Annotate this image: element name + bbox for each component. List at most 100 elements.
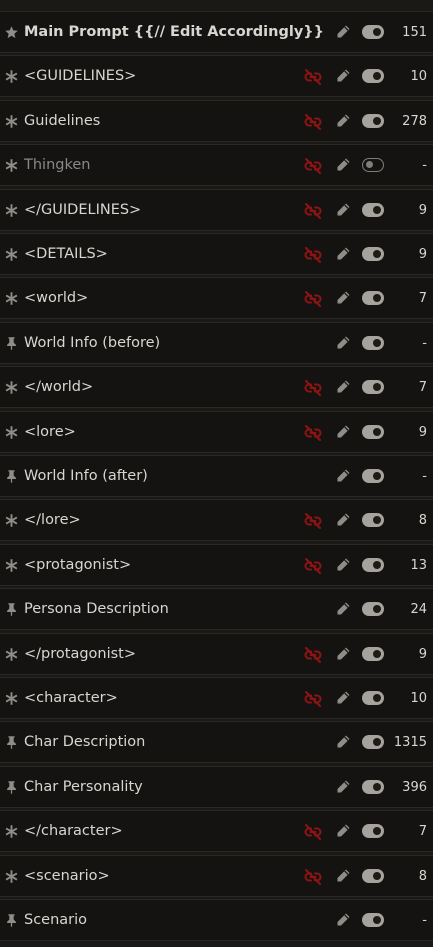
prompt-row[interactable]: Char Personality 396 xyxy=(0,766,433,808)
prompt-row[interactable]: Main Prompt {{// Edit Accordingly}} 151 xyxy=(0,11,433,53)
unlink-icon[interactable] xyxy=(303,868,323,886)
pencil-icon[interactable] xyxy=(335,68,351,84)
pencil-icon[interactable] xyxy=(335,912,351,928)
prompt-row[interactable]: <GUIDELINES> 10 xyxy=(0,55,433,97)
prompt-row[interactable]: Persona Description 24 xyxy=(0,588,433,630)
prompt-name[interactable]: </GUIDELINES> xyxy=(24,190,141,230)
unlink-icon[interactable] xyxy=(303,557,323,575)
enable-toggle[interactable] xyxy=(362,114,384,128)
enable-toggle[interactable] xyxy=(362,380,384,394)
enable-toggle[interactable] xyxy=(362,691,384,705)
prompt-name[interactable]: <world> xyxy=(24,278,88,318)
prompt-row[interactable]: Thingken - xyxy=(0,144,433,186)
prompt-name[interactable]: Persona Description xyxy=(24,589,169,629)
prompt-name[interactable]: World Info (after) xyxy=(24,456,148,496)
prompt-row[interactable]: <world> 7 xyxy=(0,277,433,319)
prompt-name[interactable]: Char Personality xyxy=(24,767,143,807)
unlink-icon[interactable] xyxy=(303,157,323,175)
unlink-icon[interactable] xyxy=(303,113,323,131)
prompt-row[interactable]: </world> 7 xyxy=(0,366,433,408)
prompt-name[interactable]: </protagonist> xyxy=(24,634,136,674)
pencil-icon[interactable] xyxy=(335,779,351,795)
token-count: 9 xyxy=(418,646,427,662)
prompt-name[interactable]: World Info (before) xyxy=(24,323,160,363)
unlink-icon[interactable] xyxy=(303,690,323,708)
pencil-icon[interactable] xyxy=(335,113,351,129)
prompt-row[interactable]: <character> 10 xyxy=(0,677,433,719)
unlink-icon[interactable] xyxy=(303,379,323,397)
prompt-name[interactable]: <character> xyxy=(24,678,118,718)
enable-toggle[interactable] xyxy=(362,647,384,661)
prompt-row[interactable]: </protagonist> 9 xyxy=(0,633,433,675)
pencil-icon[interactable] xyxy=(335,601,351,617)
prompt-row[interactable]: </GUIDELINES> 9 xyxy=(0,189,433,231)
enable-toggle[interactable] xyxy=(362,780,384,794)
enable-toggle[interactable] xyxy=(362,291,384,305)
pencil-icon[interactable] xyxy=(335,202,351,218)
prompt-name[interactable]: Main Prompt {{// Edit Accordingly}} xyxy=(24,12,324,52)
prompt-name[interactable]: </character> xyxy=(24,811,123,851)
prompt-row[interactable]: </lore> 8 xyxy=(0,499,433,541)
pencil-icon[interactable] xyxy=(335,646,351,662)
unlink-icon[interactable] xyxy=(303,823,323,841)
pencil-icon[interactable] xyxy=(335,468,351,484)
prompt-row[interactable]: Char Description 1315 xyxy=(0,721,433,763)
prompt-name[interactable]: <scenario> xyxy=(24,856,110,896)
unlink-icon[interactable] xyxy=(303,424,323,442)
prompt-row[interactable]: <lore> 9 xyxy=(0,411,433,453)
prompt-row[interactable]: World Info (before) - xyxy=(0,322,433,364)
pencil-icon[interactable] xyxy=(335,868,351,884)
pencil-icon[interactable] xyxy=(335,823,351,839)
pencil-icon[interactable] xyxy=(335,512,351,528)
prompt-name[interactable]: Scenario xyxy=(24,900,87,940)
enable-toggle[interactable] xyxy=(362,602,384,616)
enable-toggle[interactable] xyxy=(362,25,384,39)
unlink-icon[interactable] xyxy=(303,68,323,86)
pencil-icon[interactable] xyxy=(335,379,351,395)
enable-toggle[interactable] xyxy=(362,869,384,883)
pencil-icon[interactable] xyxy=(335,246,351,262)
prompt-row[interactable]: <scenario> 8 xyxy=(0,855,433,897)
unlink-icon[interactable] xyxy=(303,202,323,220)
prompt-name[interactable]: <GUIDELINES> xyxy=(24,56,136,96)
pencil-icon[interactable] xyxy=(335,734,351,750)
pencil-icon[interactable] xyxy=(335,424,351,440)
enable-toggle[interactable] xyxy=(362,247,384,261)
pencil-icon[interactable] xyxy=(335,690,351,706)
prompt-name[interactable]: </world> xyxy=(24,367,93,407)
pencil-icon[interactable] xyxy=(335,557,351,573)
enable-toggle[interactable] xyxy=(362,425,384,439)
enable-toggle[interactable] xyxy=(362,735,384,749)
unlink-icon[interactable] xyxy=(303,290,323,308)
unlink-icon[interactable] xyxy=(303,646,323,664)
prompt-row[interactable]: Guidelines 278 xyxy=(0,100,433,142)
enable-toggle[interactable] xyxy=(362,336,384,350)
enable-toggle[interactable] xyxy=(362,913,384,927)
unlink-icon[interactable] xyxy=(303,246,323,264)
prompt-name[interactable]: <DETAILS> xyxy=(24,234,108,274)
prompt-name[interactable]: <protagonist> xyxy=(24,545,131,585)
enable-toggle[interactable] xyxy=(362,69,384,83)
prompt-name[interactable]: Thingken xyxy=(24,145,90,185)
enable-toggle[interactable] xyxy=(362,203,384,217)
prompt-name[interactable]: Char Description xyxy=(24,722,145,762)
pencil-icon[interactable] xyxy=(335,290,351,306)
pencil-icon[interactable] xyxy=(335,157,351,173)
enable-toggle[interactable] xyxy=(362,158,384,172)
enable-toggle[interactable] xyxy=(362,824,384,838)
prompt-row[interactable]: Scenario - xyxy=(0,899,433,941)
prompt-name[interactable]: Guidelines xyxy=(24,101,100,141)
enable-toggle[interactable] xyxy=(362,469,384,483)
prompt-name[interactable]: <lore> xyxy=(24,412,76,452)
enable-toggle[interactable] xyxy=(362,558,384,572)
prompt-row[interactable]: <DETAILS> 9 xyxy=(0,233,433,275)
prompt-name[interactable]: </lore> xyxy=(24,500,81,540)
prompt-row[interactable]: World Info (after) - xyxy=(0,455,433,497)
prompt-row[interactable]: <protagonist> 13 xyxy=(0,544,433,586)
token-count: 9 xyxy=(418,202,427,218)
pencil-icon[interactable] xyxy=(335,335,351,351)
unlink-icon[interactable] xyxy=(303,512,323,530)
enable-toggle[interactable] xyxy=(362,513,384,527)
pencil-icon[interactable] xyxy=(335,24,351,40)
prompt-row[interactable]: </character> 7 xyxy=(0,810,433,852)
